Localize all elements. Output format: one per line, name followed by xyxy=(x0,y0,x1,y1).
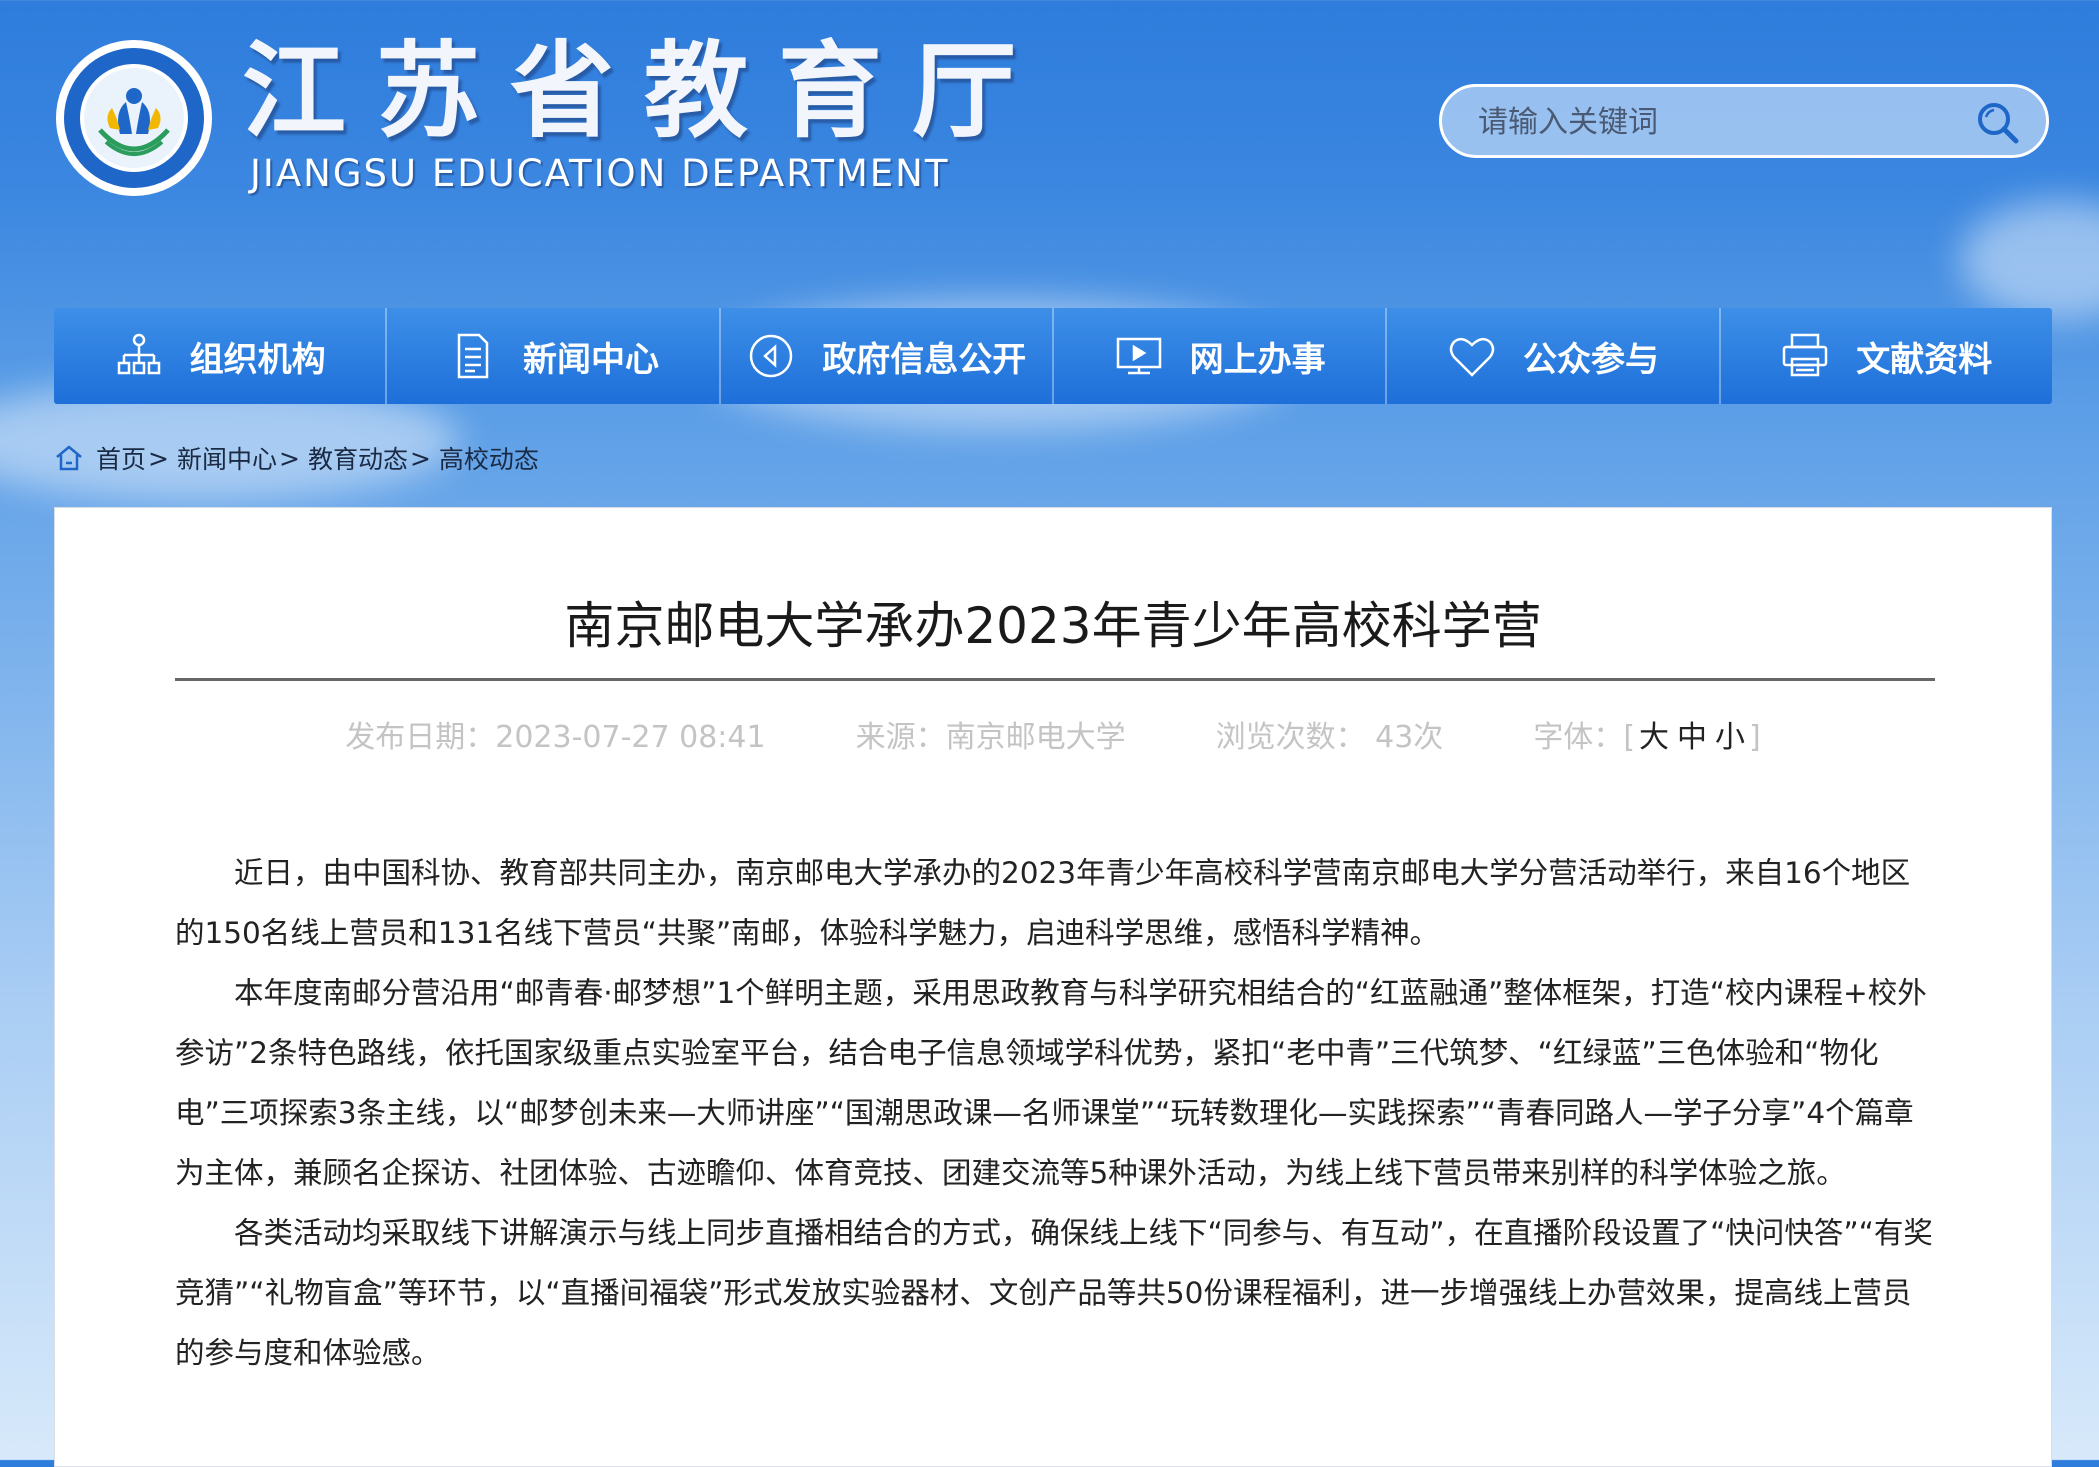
title-divider xyxy=(175,678,1935,681)
nav-item-organization[interactable]: 组织机构 xyxy=(54,308,388,404)
breadcrumb-home[interactable]: 首页 xyxy=(96,440,146,476)
nav-item-online-services[interactable]: 网上办事 xyxy=(1054,308,1388,404)
nav-label: 文献资料 xyxy=(1856,339,1993,380)
breadcrumb-news[interactable]: 新闻中心 xyxy=(177,440,277,476)
font-size-label: 字体： xyxy=(1533,720,1624,755)
nav-item-documents[interactable]: 文献资料 xyxy=(1721,308,2052,404)
breadcrumb-university-news[interactable]: 高校动态 xyxy=(439,440,539,476)
font-size-large[interactable]: 大 xyxy=(1639,720,1669,755)
nav-label: 新闻中心 xyxy=(522,339,659,380)
article-paragraph: 近日，由中国科协、教育部共同主办，南京邮电大学承办的2023年青少年高校科学营南… xyxy=(175,856,1911,950)
search-input[interactable] xyxy=(1476,97,1960,147)
article-paragraph: 各类活动均采取线下讲解演示与线上同步直播相结合的方式，确保线上线下“同参与、有互… xyxy=(175,1216,1933,1370)
font-size-medium[interactable]: 中 xyxy=(1677,720,1707,755)
font-size-small[interactable]: 小 xyxy=(1715,720,1745,755)
breadcrumb: 首页 > 新闻中心 > 教育动态 > 高校动态 xyxy=(54,440,541,476)
article-meta: 发布日期：2023-07-27 08:41 来源：南京邮电大学 浏览次数： 43… xyxy=(55,712,2051,756)
search-box xyxy=(1439,84,2049,158)
document-icon xyxy=(457,333,489,379)
site-subtitle: JIANGSU EDUCATION DEPARTMENT xyxy=(250,152,950,195)
article-body: 近日，由中国科协、教育部共同主办，南京邮电大学承办的2023年青少年高校科学营南… xyxy=(175,843,1933,1383)
article-title: 南京邮电大学承办2023年青少年高校科学营 xyxy=(564,597,1542,655)
article-panel: 南京邮电大学承办2023年青少年高校科学营 发布日期：2023-07-27 08… xyxy=(54,507,2052,1467)
font-size-switcher: 字体：[大中小] xyxy=(1533,720,1761,755)
nav-item-public-participation[interactable]: 公众参与 xyxy=(1387,308,1721,404)
nav-label: 组织机构 xyxy=(189,339,326,380)
publish-date: 发布日期：2023-07-27 08:41 xyxy=(345,720,766,755)
printer-icon xyxy=(1783,333,1828,377)
home-icon xyxy=(56,445,82,471)
monitor-icon xyxy=(1116,337,1161,375)
article-paragraph: 本年度南邮分营沿用“邮青春·邮梦想”1个鲜明主题，采用思政教育与科学研究相结合的… xyxy=(175,976,1927,1190)
department-logo-icon[interactable] xyxy=(54,38,214,198)
main-nav: 组织机构 新闻中心 政府信息公开 网上办事 公众参与 文献资料 xyxy=(54,308,2052,404)
article-source: 来源：南京邮电大学 xyxy=(855,720,1126,755)
nav-label: 公众参与 xyxy=(1522,339,1659,380)
view-count: 浏览次数： 43次 xyxy=(1215,720,1444,755)
background-cloud xyxy=(1960,200,2099,320)
play-circle-icon xyxy=(750,334,793,378)
nav-label: 政府信息公开 xyxy=(822,339,1027,380)
nav-label: 网上办事 xyxy=(1189,339,1326,380)
site-title[interactable]: 江苏省教育厅 xyxy=(242,36,1046,146)
heart-icon xyxy=(1449,337,1495,377)
search-icon[interactable] xyxy=(1974,99,2022,147)
nav-item-gov-info[interactable]: 政府信息公开 xyxy=(721,308,1054,404)
nav-item-news[interactable]: 新闻中心 xyxy=(387,308,721,404)
breadcrumb-education-news[interactable]: 教育动态 xyxy=(308,440,408,476)
org-chart-icon xyxy=(117,333,160,375)
